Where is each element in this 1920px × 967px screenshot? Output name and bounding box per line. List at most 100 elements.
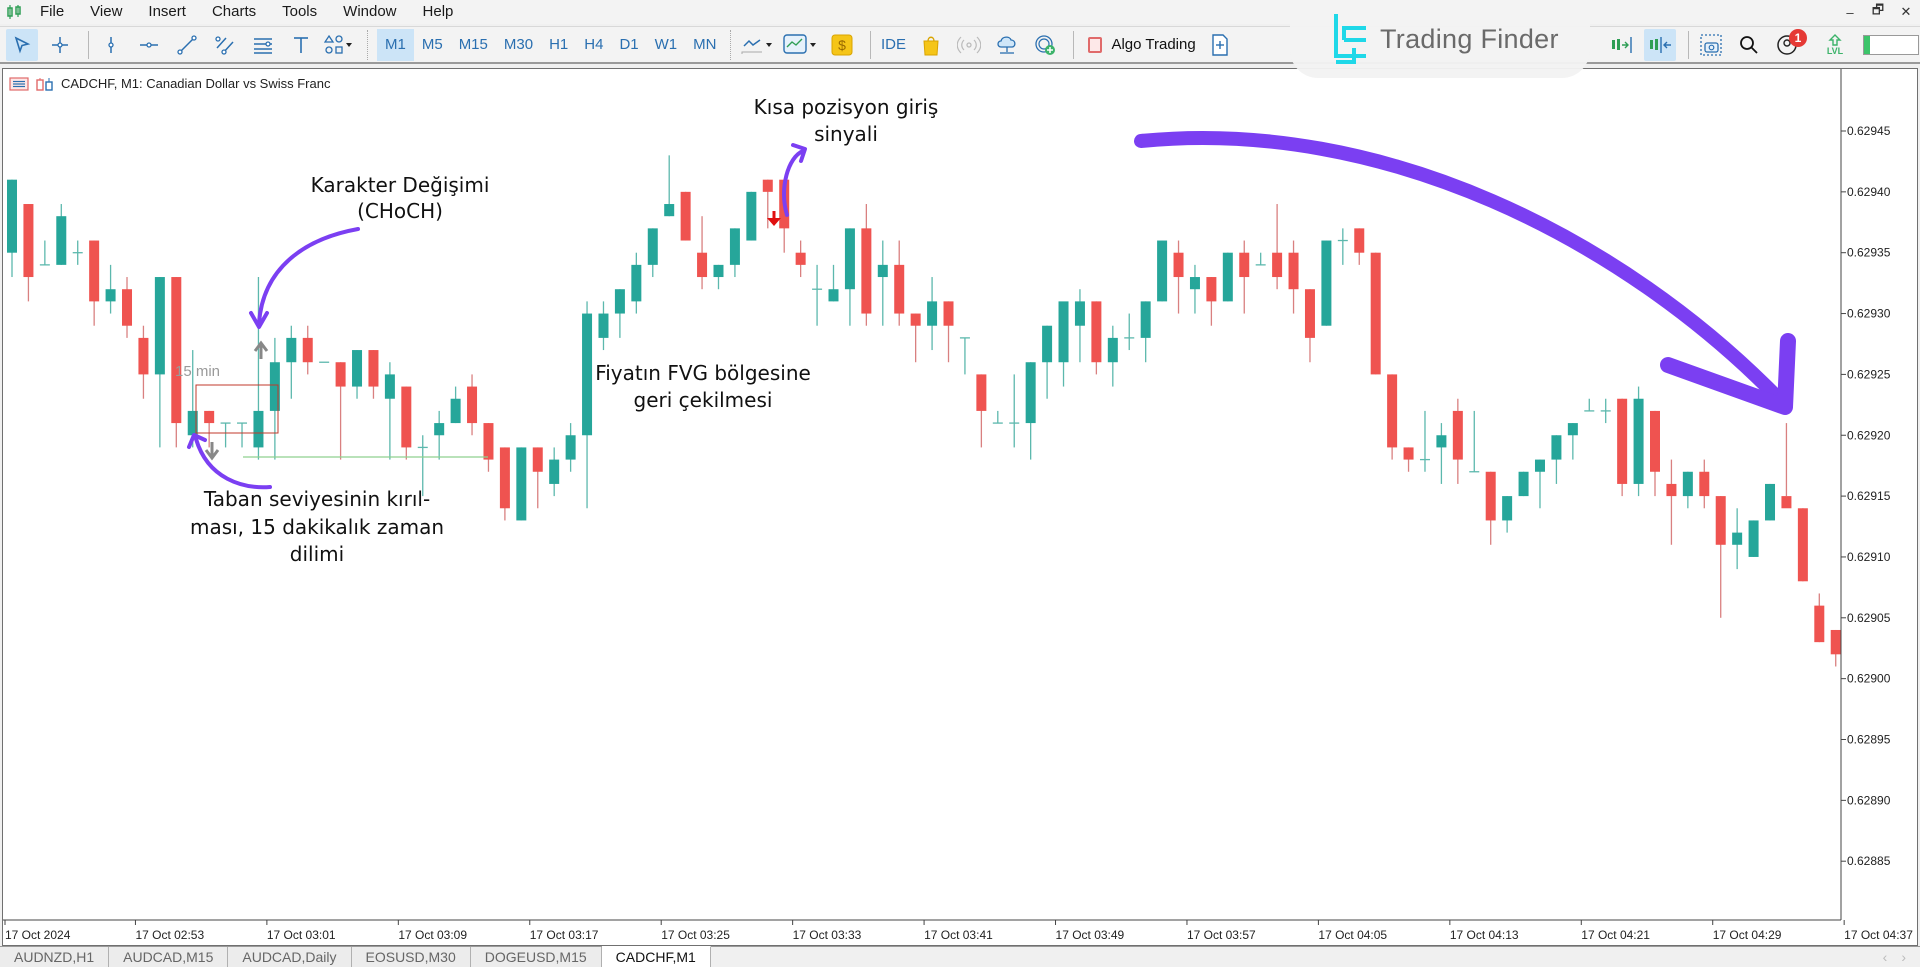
- market-button[interactable]: [915, 29, 947, 61]
- channel-button[interactable]: [209, 29, 241, 61]
- algo-trading-label: Algo Trading: [1111, 36, 1196, 53]
- timeframe-mn[interactable]: MN: [685, 29, 724, 61]
- chart-window[interactable]: CADCHF, M1: Canadian Dollar vs Swiss Fra…: [2, 68, 1918, 946]
- candle: [1403, 447, 1414, 472]
- text-icon: [294, 36, 308, 53]
- restore-button[interactable]: 🗗: [1864, 0, 1892, 24]
- candle: [1074, 289, 1085, 363]
- account-button[interactable]: 1: [1771, 29, 1807, 61]
- level-button[interactable]: LVL: [1819, 29, 1851, 61]
- shapes-button[interactable]: [323, 29, 355, 61]
- timeframe-m5[interactable]: M5: [414, 29, 451, 61]
- candle-body: [697, 252, 708, 278]
- candle-body: [286, 337, 297, 363]
- ide-button[interactable]: IDE: [877, 29, 909, 61]
- candlestick-chart[interactable]: 0.62945 0.62940 0.62935 0.62930 0.62925 0.629…: [3, 69, 1919, 947]
- menu-view[interactable]: View: [78, 0, 136, 24]
- menu-file[interactable]: File: [28, 0, 78, 24]
- tab-audnzd-h1[interactable]: AUDNZD,H1: [0, 947, 110, 967]
- fibonacci-button[interactable]: [247, 29, 279, 61]
- candle: [499, 447, 510, 521]
- cursor-button[interactable]: [6, 28, 38, 61]
- vps-button[interactable]: [991, 29, 1023, 61]
- price-tick-label: 0.62945: [1847, 124, 1891, 138]
- candle: [1452, 398, 1463, 484]
- crosshair-button[interactable]: [44, 29, 76, 61]
- minimize-button[interactable]: –: [1836, 0, 1864, 24]
- algo-trading-button[interactable]: Algo Trading: [1080, 36, 1203, 53]
- candle: [713, 264, 724, 290]
- search-button[interactable]: [1733, 29, 1765, 61]
- new-order-button[interactable]: [1204, 29, 1236, 61]
- chart-template-button[interactable]: [782, 29, 820, 61]
- candle: [72, 240, 83, 265]
- timeframe-m30[interactable]: M30: [496, 29, 541, 61]
- tab-scroll-right-icon[interactable]: ›: [1901, 947, 1906, 967]
- svg-text:$: $: [839, 37, 847, 53]
- candle: [1584, 398, 1595, 412]
- candle-body: [1518, 471, 1529, 497]
- menu-insert[interactable]: Insert: [136, 0, 200, 24]
- time-tick-label: 17 Oct 03:01: [267, 928, 336, 942]
- candle: [368, 350, 379, 399]
- timeframe-h1[interactable]: H1: [541, 29, 576, 61]
- candle-body: [352, 350, 363, 387]
- auto-scroll-icon: [1650, 37, 1671, 53]
- trend-line-button[interactable]: [171, 29, 203, 61]
- menu-bar: File View Insert Charts Tools Window Hel…: [0, 0, 1920, 24]
- candle: [7, 179, 17, 278]
- candle: [680, 191, 691, 241]
- candle: [631, 252, 642, 314]
- candle: [828, 264, 839, 302]
- candle-body: [171, 277, 182, 424]
- auto-scroll-button[interactable]: [1644, 29, 1676, 61]
- tab-audcad-daily[interactable]: AUDCAD,Daily: [228, 947, 352, 967]
- fibonacci-icon: [254, 37, 272, 54]
- candle-body: [122, 289, 133, 326]
- candle: [56, 204, 67, 265]
- candle: [812, 264, 823, 326]
- tab-audcad-m15[interactable]: AUDCAD,M15: [109, 947, 229, 967]
- candle: [1419, 410, 1430, 472]
- time-tick-label: 17 Oct 03:57: [1187, 928, 1256, 942]
- candle: [467, 374, 478, 436]
- candle: [532, 447, 543, 509]
- candle: [877, 240, 888, 326]
- horizontal-line-button[interactable]: [133, 29, 165, 61]
- chart-shift-button[interactable]: [1606, 29, 1638, 61]
- time-tick-label: 17 Oct 03:49: [1056, 928, 1125, 942]
- tab-eosusd-m30[interactable]: EOSUSD,M30: [351, 947, 471, 967]
- screenshot-button[interactable]: [1695, 29, 1727, 61]
- candle-body: [105, 289, 116, 302]
- price-tick-label: 0.62910: [1847, 550, 1891, 564]
- trading-finder-logo-text: Trading Finder: [1380, 23, 1559, 54]
- menu-charts[interactable]: Charts: [200, 0, 270, 24]
- chart-shift-icon: [1612, 37, 1632, 53]
- vertical-line-button[interactable]: [95, 29, 127, 61]
- candle-body: [680, 191, 691, 241]
- candle-body: [713, 264, 724, 278]
- level-progress-fill: [1864, 36, 1870, 54]
- tab-scroll-left-icon[interactable]: ‹: [1883, 947, 1888, 967]
- timeframe-d1[interactable]: D1: [611, 29, 646, 61]
- candle: [450, 386, 461, 424]
- trading-button[interactable]: $: [826, 29, 858, 61]
- timeframe-w1[interactable]: W1: [647, 29, 686, 61]
- signals-button[interactable]: [953, 29, 985, 61]
- timeframe-m1[interactable]: M1: [377, 28, 414, 61]
- menu-window[interactable]: Window: [331, 0, 410, 24]
- time-axis: 17 Oct 2024 17 Oct 02:53 17 Oct 03:01 17 Oc…: [3, 919, 1913, 942]
- menu-tools[interactable]: Tools: [270, 0, 331, 24]
- candle: [1272, 204, 1283, 290]
- tab-dogeusd-m15[interactable]: DOGEUSD,M15: [470, 947, 602, 967]
- close-button[interactable]: ✕: [1892, 0, 1920, 24]
- timeframe-h4[interactable]: H4: [576, 29, 611, 61]
- timeframe-m15[interactable]: M15: [451, 29, 496, 61]
- tab-cadchf-m1[interactable]: CADCHF,M1: [601, 946, 711, 967]
- community-button[interactable]: [1029, 29, 1061, 61]
- indicators-button[interactable]: [740, 29, 776, 61]
- candle-body: [1272, 252, 1283, 278]
- text-button[interactable]: [285, 29, 317, 61]
- menu-help[interactable]: Help: [411, 0, 468, 24]
- candle: [483, 423, 494, 472]
